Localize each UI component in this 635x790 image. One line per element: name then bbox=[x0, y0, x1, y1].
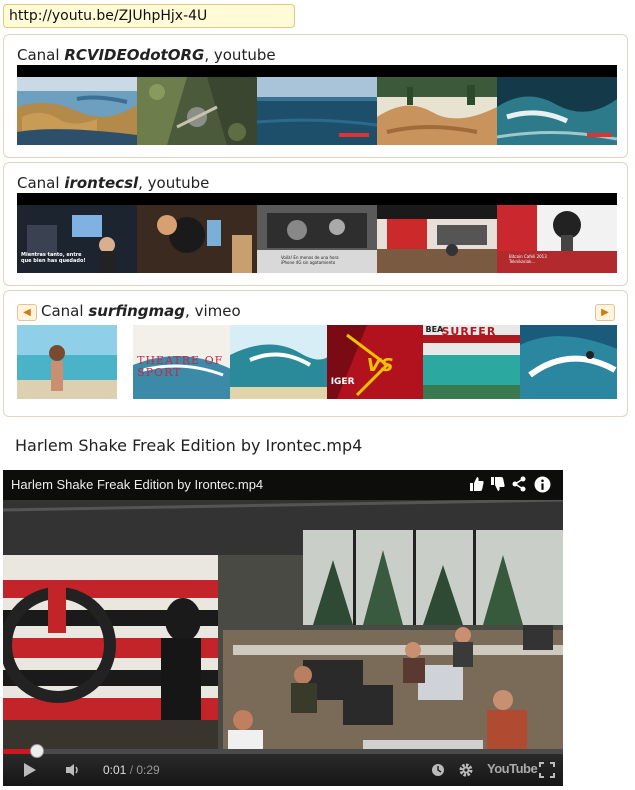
thumb-caption: SURFER bbox=[441, 325, 497, 338]
video-thumbnail[interactable] bbox=[520, 325, 618, 399]
thumbnail-strip bbox=[17, 77, 617, 145]
fullscreen-icon[interactable] bbox=[539, 762, 555, 781]
thumbnail-strip: THEATRE OF SPORT VS IGER SURFER BEA bbox=[17, 325, 618, 399]
thumb-caption: BEA bbox=[425, 325, 444, 334]
time-display: 0:01 / 0:29 bbox=[103, 763, 160, 777]
volume-icon[interactable] bbox=[65, 763, 81, 780]
thumb-caption: Voilà! En menos de una hora iPhone 4G si… bbox=[281, 255, 339, 265]
channel-name[interactable]: RCVIDEOdotORG bbox=[64, 46, 204, 64]
video-frame bbox=[3, 470, 563, 786]
progress-bar[interactable] bbox=[3, 744, 563, 758]
time-separator: / bbox=[126, 763, 137, 777]
previous-button[interactable]: ◀ bbox=[17, 304, 37, 321]
player-controls: 0:01 / 0:29 YouTube bbox=[3, 744, 563, 786]
thumb-caption: Mientras tanto, entre que bien has queda… bbox=[21, 252, 86, 264]
channel-title: Canal surfingmag, vimeo bbox=[41, 302, 241, 320]
video-thumbnail[interactable]: VS IGER bbox=[326, 325, 424, 399]
url-field[interactable]: http://youtu.be/ZJUhpHjx-4U bbox=[3, 4, 295, 28]
thumb-caption: THEATRE OF SPORT bbox=[137, 354, 224, 379]
thumbnail-strip: Mientras tanto, entre que bien has queda… bbox=[17, 205, 617, 273]
channel-source: , youtube bbox=[138, 174, 210, 192]
youtube-logo-text: YouTube bbox=[487, 761, 538, 776]
channel-name[interactable]: surfingmag bbox=[88, 302, 185, 320]
play-icon[interactable] bbox=[23, 762, 37, 781]
video-thumbnail[interactable]: Bitcoin Cafeli 2013 Teknikariak... bbox=[497, 205, 617, 273]
scrubber-handle[interactable] bbox=[30, 744, 44, 758]
channel-card-rcvideo: Canal RCVIDEOdotORG, youtube bbox=[3, 34, 628, 158]
video-thumbnail[interactable]: Mientras tanto, entre que bien has queda… bbox=[17, 205, 137, 273]
video-thumbnail[interactable]: SURFER BEA bbox=[423, 325, 521, 399]
like-icon[interactable] bbox=[468, 476, 486, 494]
thumb-caption: VS bbox=[366, 355, 394, 376]
video-thumbnail[interactable]: THEATRE OF SPORT bbox=[133, 325, 230, 399]
share-icon[interactable] bbox=[510, 476, 528, 494]
channel-card-irontecsl: Canal irontecsl, youtube Mientras tanto,… bbox=[3, 162, 628, 286]
channel-title: Canal irontecsl, youtube bbox=[17, 174, 209, 192]
channel-name[interactable]: irontecsl bbox=[64, 174, 138, 192]
next-button[interactable]: ▶ bbox=[595, 304, 615, 321]
info-icon[interactable] bbox=[533, 476, 551, 494]
channel-source: , vimeo bbox=[185, 302, 241, 320]
time-current: 0:01 bbox=[103, 763, 127, 777]
video-player[interactable]: Harlem Shake Freak Edition by Irontec.mp… bbox=[3, 470, 563, 786]
channel-prefix: Canal bbox=[41, 302, 89, 320]
video-thumbnail[interactable]: Voilà! En menos de una hora iPhone 4G si… bbox=[257, 205, 377, 273]
time-total: 0:29 bbox=[136, 763, 160, 777]
video-thumbnail[interactable] bbox=[229, 325, 327, 399]
video-thumbnail[interactable] bbox=[377, 77, 497, 145]
video-thumbnail[interactable] bbox=[377, 205, 497, 273]
thumb-bar bbox=[17, 65, 617, 77]
video-thumbnail[interactable] bbox=[17, 325, 133, 399]
gear-icon[interactable] bbox=[458, 762, 474, 781]
clock-icon[interactable] bbox=[431, 763, 445, 780]
channel-source: , youtube bbox=[204, 46, 276, 64]
video-thumbnail[interactable] bbox=[17, 77, 137, 145]
video-thumbnail[interactable] bbox=[137, 77, 257, 145]
video-thumbnail[interactable] bbox=[137, 205, 257, 273]
thumb-bar bbox=[17, 193, 617, 205]
video-title: Harlem Shake Freak Edition by Irontec.mp… bbox=[15, 436, 363, 455]
channel-prefix: Canal bbox=[17, 46, 65, 64]
channel-prefix: Canal bbox=[17, 174, 65, 192]
video-thumbnail[interactable] bbox=[497, 77, 617, 145]
thumb-caption: Bitcoin Cafeli 2013 Teknikariak... bbox=[509, 254, 547, 264]
dislike-icon[interactable] bbox=[489, 476, 507, 494]
channel-title: Canal RCVIDEOdotORG, youtube bbox=[17, 46, 276, 64]
thumb-caption: IGER bbox=[330, 377, 355, 387]
youtube-logo[interactable]: YouTube bbox=[487, 761, 538, 776]
video-thumbnail[interactable] bbox=[257, 77, 377, 145]
channel-card-surfingmag: ◀ Canal surfingmag, vimeo ▶ THEATRE OF S… bbox=[3, 290, 628, 417]
